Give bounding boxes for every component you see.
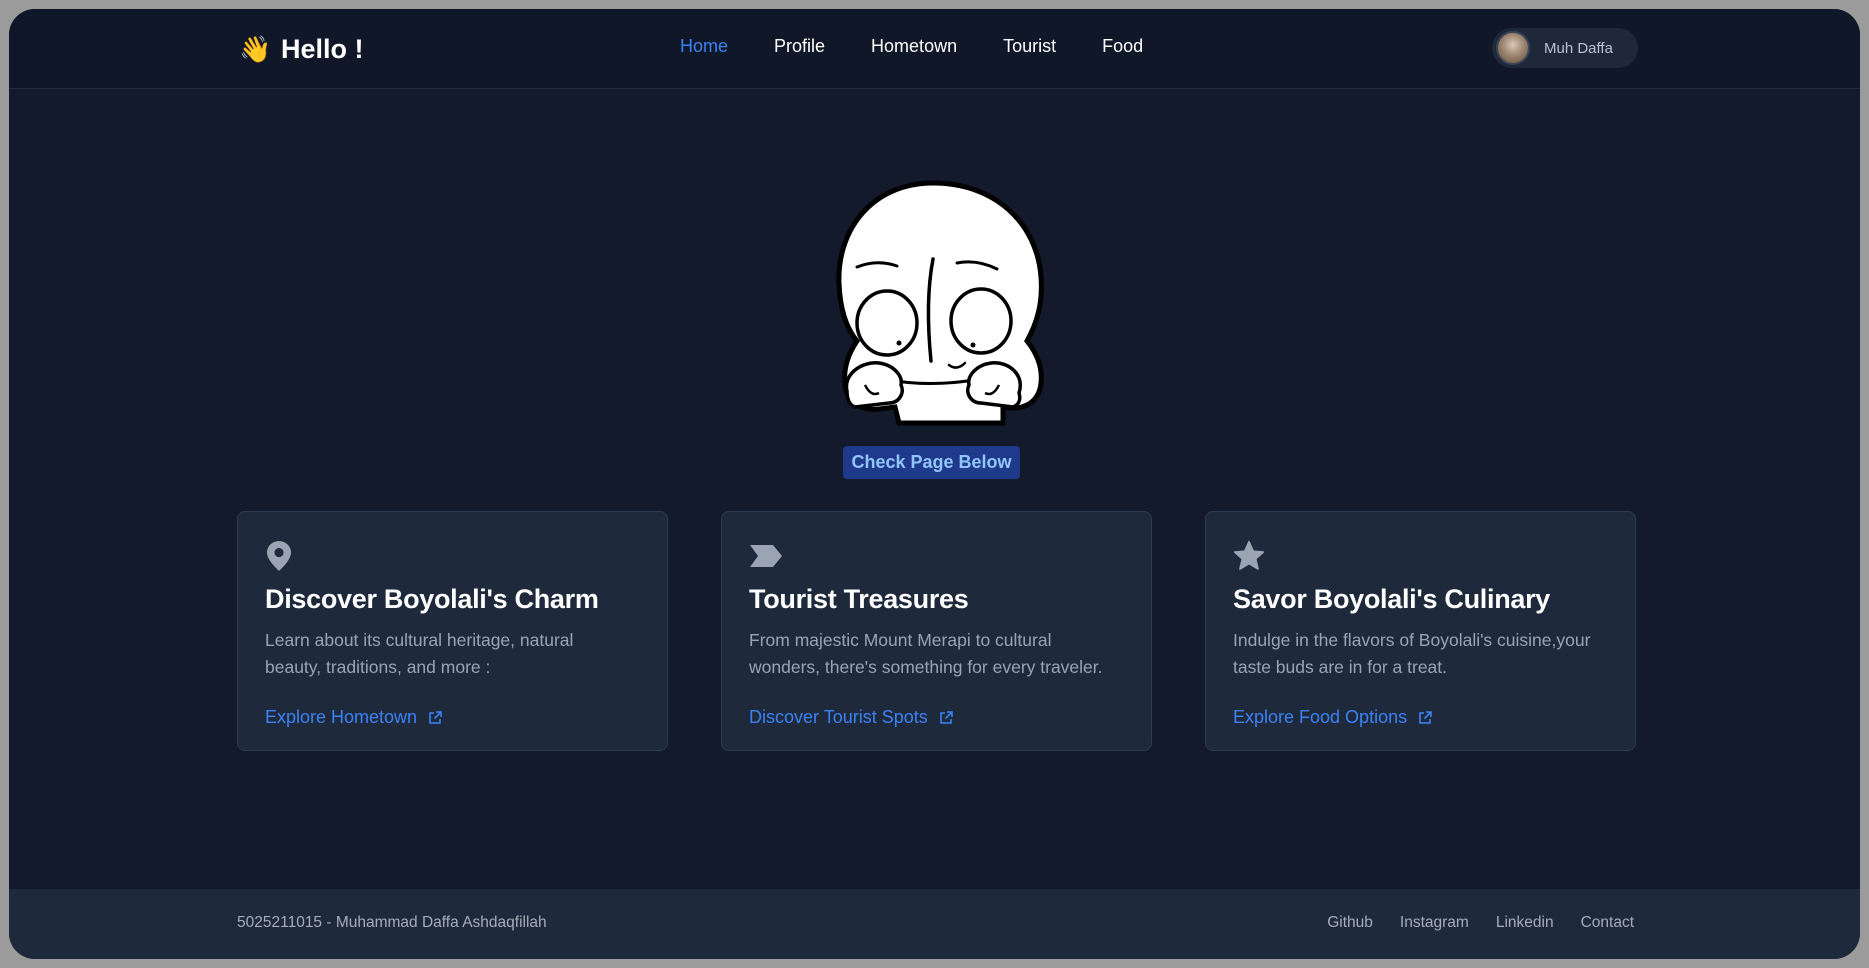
link-label: Discover Tourist Spots (749, 707, 928, 727)
navbar: 👋 Hello ! Home Profile Hometown Tourist … (9, 9, 1860, 89)
card-description-line: taste buds are in for a treat. (1233, 657, 1448, 677)
explore-hometown-link[interactable]: Explore Hometown (265, 707, 443, 728)
brand[interactable]: 👋 Hello ! (239, 29, 364, 69)
footer-link-instagram[interactable]: Instagram (1400, 914, 1469, 932)
explore-food-options-link[interactable]: Explore Food Options (1233, 707, 1433, 728)
check-page-below-button[interactable]: Check Page Below (843, 446, 1020, 479)
tag-arrow-icon (750, 545, 782, 567)
nav-hometown[interactable]: Hometown (871, 36, 957, 57)
user-name: Muh Daffa (1544, 39, 1613, 57)
footer-link-github[interactable]: Github (1327, 914, 1373, 932)
card-description: From majestic Mount Merapi to cultural w… (749, 627, 1129, 681)
footer-link-contact[interactable]: Contact (1581, 914, 1634, 932)
external-link-icon (429, 710, 442, 724)
footer-link-linkedin[interactable]: Linkedin (1496, 914, 1554, 932)
card-food: Savor Boyolali's Culinary Indulge in the… (1205, 511, 1636, 751)
footer: 5025211015 - Muhammad Daffa Ashdaqfillah… (9, 889, 1860, 959)
nav-food[interactable]: Food (1102, 36, 1143, 57)
hero-character-illustration (836, 180, 1044, 426)
brand-title: Hello ! (281, 33, 364, 64)
card-tourist: Tourist Treasures From majestic Mount Me… (721, 511, 1152, 751)
card-description: Indulge in the flavors of Boyolali's cui… (1233, 627, 1613, 681)
external-link-icon (1419, 710, 1432, 724)
user-menu[interactable]: Muh Daffa (1492, 28, 1638, 68)
footer-credit: 5025211015 - Muhammad Daffa Ashdaqfillah (237, 914, 547, 931)
avatar (1496, 31, 1530, 65)
card-title: Discover Boyolali's Charm (265, 584, 599, 614)
map-pin-icon (267, 541, 291, 571)
nav-links: Home Profile Hometown Tourist Food (680, 36, 1143, 57)
card-title: Savor Boyolali's Culinary (1233, 584, 1551, 614)
discover-tourist-spots-link[interactable]: Discover Tourist Spots (749, 707, 954, 728)
browser-window: 👋 Hello ! Home Profile Hometown Tourist … (9, 9, 1860, 959)
card-description-line: From majestic Mount Merapi to cultural (749, 630, 1052, 650)
card-description: Learn about its cultural heritage, natur… (265, 627, 645, 681)
card-description-line: beauty, traditions, and more : (265, 657, 491, 677)
star-icon (1233, 540, 1265, 570)
nav-home[interactable]: Home (680, 36, 728, 57)
card-description-line: wonders, there's something for every tra… (749, 657, 1103, 677)
link-label: Explore Hometown (265, 707, 418, 727)
card-hometown: Discover Boyolali's Charm Learn about it… (237, 511, 668, 751)
link-label: Explore Food Options (1233, 707, 1408, 727)
footer-links: Github Instagram Linkedin Contact (1327, 914, 1634, 932)
card-title: Tourist Treasures (749, 584, 969, 614)
card-description-line: Learn about its cultural heritage, natur… (265, 630, 574, 650)
waving-hand-icon: 👋 (239, 34, 272, 64)
external-link-icon (939, 710, 953, 724)
nav-profile[interactable]: Profile (774, 36, 825, 57)
card-description-line: Indulge in the flavors of Boyolali's cui… (1233, 630, 1591, 650)
nav-tourist[interactable]: Tourist (1003, 36, 1056, 57)
